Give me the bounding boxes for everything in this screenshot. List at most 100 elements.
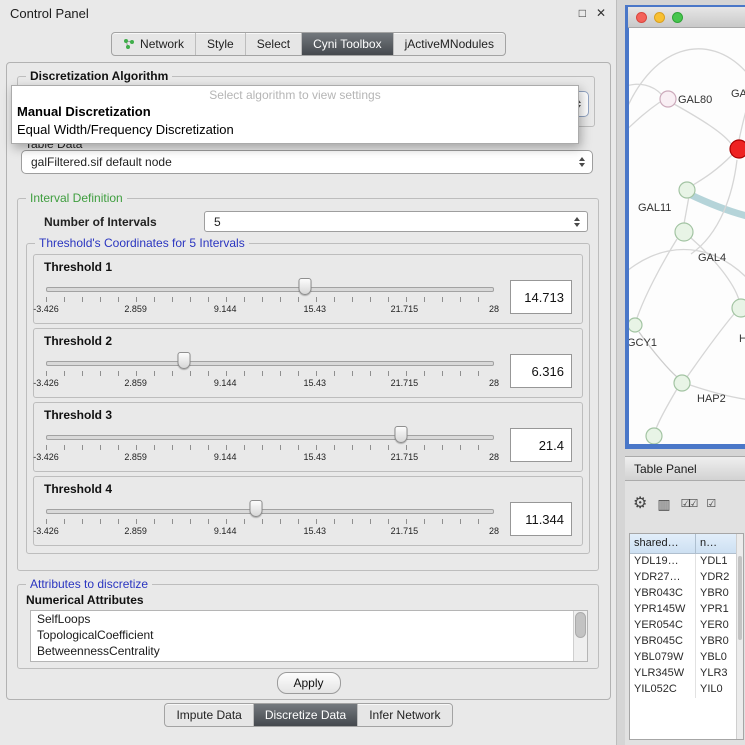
threshold-1-slider[interactable]: -3.4262.8599.14415.4321.71528	[44, 274, 496, 320]
slider-scale-label: 2.859	[124, 304, 147, 314]
tab-select[interactable]: Select	[246, 33, 302, 55]
table-row[interactable]: YBL079WYBL0	[630, 650, 736, 666]
table-cell[interactable]: YER054C	[630, 618, 696, 634]
table-cell[interactable]: YIL0	[696, 682, 736, 698]
table-cell[interactable]: YBL079W	[630, 650, 696, 666]
slider-thumb[interactable]	[178, 352, 191, 369]
column-selector-icon[interactable]: ▥	[657, 497, 670, 511]
bottom-tabbar: Impute Data Discretize Data Infer Networ…	[0, 703, 617, 727]
network-node[interactable]	[646, 428, 662, 444]
slider-track[interactable]	[46, 509, 494, 514]
table-cell[interactable]: YPR1	[696, 602, 736, 618]
zoom-traffic-light-icon[interactable]	[672, 12, 683, 23]
table-row[interactable]: YER054CYER0	[630, 618, 736, 634]
slider-thumb[interactable]	[395, 426, 408, 443]
tab-cyni-toolbox[interactable]: Cyni Toolbox	[302, 33, 393, 55]
attribute-list-item[interactable]: BetweennessCentrality	[31, 643, 587, 659]
tab-label: jActiveMNodules	[405, 37, 494, 51]
tab-infer-network[interactable]: Infer Network	[358, 704, 451, 726]
threshold-2-slider[interactable]: -3.4262.8599.14415.4321.71528	[44, 348, 496, 394]
close-traffic-light-icon[interactable]	[636, 12, 647, 23]
threshold-3-slider[interactable]: -3.4262.8599.14415.4321.71528	[44, 422, 496, 468]
network-node-label: H	[739, 333, 745, 345]
table-cell[interactable]: YBR043C	[630, 586, 696, 602]
table-scrollbar[interactable]	[736, 534, 743, 739]
slider-scale-label: 2.859	[124, 526, 147, 536]
select-rows-icon[interactable]: ☑	[706, 499, 714, 510]
threshold-2-value-field[interactable]: 6.316	[510, 354, 572, 388]
network-node[interactable]	[730, 140, 745, 158]
network-node[interactable]	[675, 223, 693, 241]
table-row[interactable]: YLR345WYLR3	[630, 666, 736, 682]
table-panel-toolbar: ⚙ ▥ ☑☑ ☑	[633, 493, 743, 515]
column-header-shared-name[interactable]: shared…	[630, 534, 696, 553]
table-row[interactable]: YDR27…YDR2	[630, 570, 736, 586]
table-cell[interactable]: YBR0	[696, 586, 736, 602]
dropdown-option-manual-discretization[interactable]: Manual Discretization	[12, 103, 578, 121]
threshold-4-slider[interactable]: -3.4262.8599.14415.4321.71528	[44, 496, 496, 542]
numerical-attributes-list[interactable]: SelfLoopsTopologicalCoefficientBetweenne…	[30, 610, 588, 662]
window-controls: □ ✕	[579, 7, 606, 19]
table-cell[interactable]: YDR2	[696, 570, 736, 586]
threshold-3-value-field[interactable]: 21.4	[510, 428, 572, 462]
network-window-titlebar[interactable]	[628, 7, 745, 28]
table-cell[interactable]: YDL1	[696, 554, 736, 570]
select-all-rows-icon[interactable]: ☑☑	[681, 499, 697, 510]
scrollbar-thumb[interactable]	[738, 556, 742, 640]
dropdown-option-equal-width-frequency[interactable]: Equal Width/Frequency Discretization	[12, 121, 578, 139]
number-of-intervals-select[interactable]: 5	[204, 211, 588, 232]
table-cell[interactable]: YDL19…	[630, 554, 696, 570]
close-window-icon[interactable]: ✕	[596, 7, 606, 19]
apply-button[interactable]: Apply	[276, 672, 340, 694]
network-node[interactable]	[660, 91, 676, 107]
tab-jactivemnodules[interactable]: jActiveMNodules	[394, 33, 505, 55]
table-cell[interactable]: YBL0	[696, 650, 736, 666]
slider-track[interactable]	[46, 435, 494, 440]
scrollbar-thumb[interactable]	[575, 612, 586, 638]
tab-label: Cyni Toolbox	[313, 37, 381, 51]
slider-thumb[interactable]	[298, 278, 311, 295]
attribute-list-item[interactable]: TopologicalCoefficient	[31, 627, 587, 643]
table-cell[interactable]: YPR145W	[630, 602, 696, 618]
tab-label: Network	[140, 37, 184, 51]
table-cell[interactable]: YDR27…	[630, 570, 696, 586]
network-canvas[interactable]: GAL80GAGAL11GAL4GCY1HHAP2	[629, 28, 745, 444]
table-cell[interactable]: YBR045C	[630, 634, 696, 650]
tab-impute-data[interactable]: Impute Data	[165, 704, 253, 726]
table-cell[interactable]: YBR0	[696, 634, 736, 650]
tab-style[interactable]: Style	[196, 33, 246, 55]
threshold-4-value-field[interactable]: 11.344	[510, 502, 572, 536]
control-panel-window: Control Panel □ ✕ Network Style Select C…	[0, 0, 617, 745]
tab-discretize-data[interactable]: Discretize Data	[254, 704, 358, 726]
threshold-1-value-field[interactable]: 14.713	[510, 280, 572, 314]
table-body: YDL19…YDL1YDR27…YDR2YBR043CYBR0YPR145WYP…	[630, 554, 736, 739]
network-node[interactable]	[629, 318, 642, 332]
table-row[interactable]: YBR045CYBR0	[630, 634, 736, 650]
table-cell[interactable]: YER0	[696, 618, 736, 634]
table-cell[interactable]: YLR345W	[630, 666, 696, 682]
table-cell[interactable]: YIL052C	[630, 682, 696, 698]
float-window-icon[interactable]: □	[579, 7, 586, 19]
table-row[interactable]: YBR043CYBR0	[630, 586, 736, 602]
settings-gear-icon[interactable]: ⚙	[633, 496, 647, 512]
table-data-select[interactable]: galFiltered.sif default node	[21, 150, 593, 174]
table-row[interactable]: YPR145WYPR1	[630, 602, 736, 618]
network-node[interactable]	[732, 299, 745, 317]
slider-track[interactable]	[46, 361, 494, 366]
slider-scale-label: 28	[489, 452, 499, 462]
tab-label: Discretize Data	[265, 708, 346, 722]
attribute-list-item[interactable]: SelfLoops	[31, 611, 587, 627]
table-row[interactable]: YDL19…YDL1	[630, 554, 736, 570]
table-cell[interactable]: YLR3	[696, 666, 736, 682]
slider-track[interactable]	[46, 287, 494, 292]
slider-ticks	[46, 445, 494, 450]
network-node[interactable]	[679, 182, 695, 198]
slider-scale-label: 9.144	[214, 304, 237, 314]
tab-network[interactable]: Network	[112, 33, 196, 55]
network-node[interactable]	[674, 375, 690, 391]
slider-thumb[interactable]	[250, 500, 263, 517]
table-row[interactable]: YIL052CYIL0	[630, 682, 736, 698]
attributes-list-scrollbar[interactable]	[573, 611, 587, 661]
minimize-traffic-light-icon[interactable]	[654, 12, 665, 23]
network-node-label: GAL80	[678, 94, 712, 106]
